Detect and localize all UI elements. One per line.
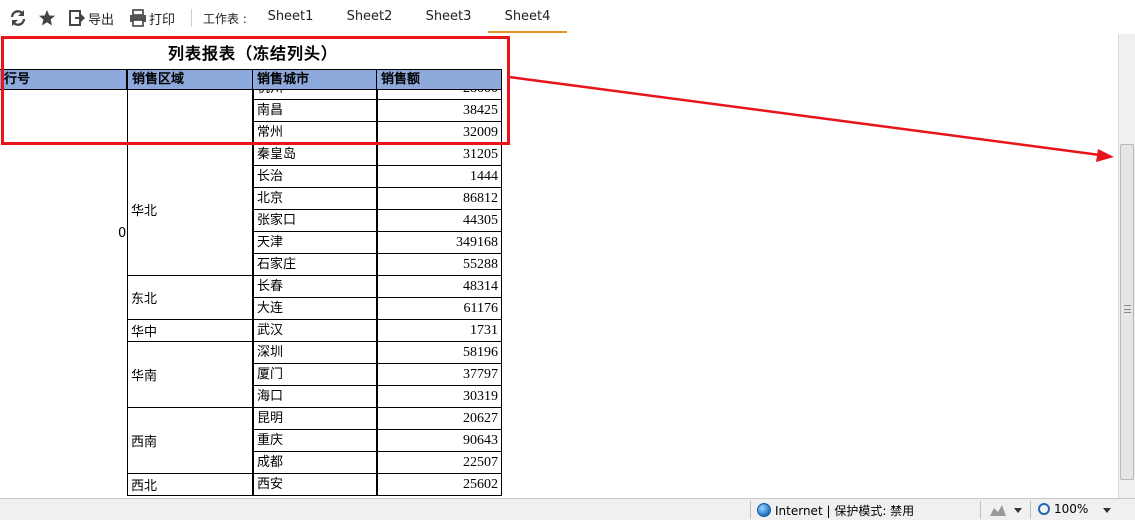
amount-cell: 58196 [377, 342, 502, 364]
compatibility-icon[interactable] [988, 502, 1008, 518]
grip-icon [1124, 305, 1131, 313]
amount-cell: 44305 [377, 210, 502, 232]
report-sheet: 杭州28000南昌38425常州32009秦皇岛31205长治1444北京868… [0, 34, 1118, 497]
amount-cell: 30319 [377, 386, 502, 408]
city-cell: 昆明 [253, 408, 377, 430]
amount-cell: 55288 [377, 254, 502, 276]
city-cell: 大连 [253, 298, 377, 320]
region-cell: 西南 [127, 408, 253, 474]
city-cell: 厦门 [253, 364, 377, 386]
refresh-button[interactable] [9, 7, 27, 29]
region-cell: 东北 [127, 276, 253, 320]
scrollbar-thumb[interactable] [1120, 144, 1134, 480]
city-cell: 深圳 [253, 342, 377, 364]
tab-sheet2[interactable]: Sheet2 [330, 3, 409, 33]
region-cell: 华中 [127, 320, 253, 342]
city-cell: 石家庄 [253, 254, 377, 276]
amount-cell: 61176 [377, 298, 502, 320]
city-cell: 成都 [253, 452, 377, 474]
status-divider [750, 501, 751, 519]
security-zone-text: Internet | 保护模式: 禁用 [775, 504, 915, 518]
header-row-number: 行号 [0, 69, 127, 90]
amount-cell: 20627 [377, 408, 502, 430]
worksheet-label: 工作表 : [203, 12, 247, 26]
amount-cell: 349168 [377, 232, 502, 254]
city-cell: 秦皇岛 [253, 144, 377, 166]
vertical-scrollbar[interactable] [1118, 34, 1135, 498]
city-cell: 天津 [253, 232, 377, 254]
toolbar-divider [191, 9, 192, 27]
chevron-down-icon[interactable] [1014, 508, 1022, 513]
amount-cell: 1444 [377, 166, 502, 188]
city-cell: 西安 [253, 474, 377, 496]
status-divider [980, 501, 981, 519]
city-cell: 北京 [253, 188, 377, 210]
city-cell: 海口 [253, 386, 377, 408]
amount-cell: 37797 [377, 364, 502, 386]
header-sales-amount: 销售额 [377, 69, 502, 90]
header-sales-region: 销售区域 [127, 69, 253, 90]
favorite-button[interactable] [38, 7, 56, 29]
print-label: 打印 [149, 12, 176, 28]
header-sales-city: 销售城市 [253, 69, 377, 90]
amount-cell: 86812 [377, 188, 502, 210]
region-cell: 西北 [127, 474, 253, 496]
zoom-level[interactable]: 100% [1054, 502, 1088, 516]
city-cell: 长治 [253, 166, 377, 188]
export-icon [69, 10, 85, 26]
city-cell: 南昌 [253, 100, 377, 122]
amount-cell: 25602 [377, 474, 502, 496]
amount-cell: 90643 [377, 430, 502, 452]
city-cell: 长春 [253, 276, 377, 298]
city-cell: 张家口 [253, 210, 377, 232]
export-button[interactable]: 导出 [68, 7, 114, 29]
amount-cell: 32009 [377, 122, 502, 144]
city-cell: 常州 [253, 122, 377, 144]
region-cell: 华南 [127, 342, 253, 408]
chevron-down-icon[interactable] [1103, 508, 1111, 513]
status-bar: Internet | 保护模式: 禁用 100% [0, 498, 1135, 520]
toolbar: 导出 打印 工作表 : Sheet1 Sheet2 Sheet3 Sheet4 [0, 0, 1135, 34]
star-icon [39, 10, 55, 26]
amount-cell: 48314 [377, 276, 502, 298]
tab-sheet3[interactable]: Sheet3 [409, 3, 488, 33]
refresh-icon [10, 10, 26, 26]
print-button[interactable]: 打印 [129, 7, 175, 29]
region-cell: 华北 [127, 144, 253, 276]
status-divider [1030, 501, 1031, 519]
amount-cell: 1731 [377, 320, 502, 342]
tab-sheet1[interactable]: Sheet1 [251, 3, 330, 33]
report-title: 列表报表（冻结列头） [167, 44, 338, 63]
header-row: 行号 销售区域 销售城市 销售额 [0, 69, 502, 90]
amount-cell: 22507 [377, 452, 502, 474]
row-number-cell: 0 [118, 226, 127, 241]
printer-icon [130, 9, 146, 27]
city-cell: 重庆 [253, 430, 377, 452]
app-window: 导出 打印 工作表 : Sheet1 Sheet2 Sheet3 Sheet4 … [0, 0, 1135, 520]
city-cell: 武汉 [253, 320, 377, 342]
export-label: 导出 [88, 12, 115, 28]
zoom-icon[interactable] [1038, 503, 1050, 515]
amount-cell: 31205 [377, 144, 502, 166]
globe-icon [757, 503, 771, 517]
tab-sheet4[interactable]: Sheet4 [488, 3, 567, 33]
amount-cell: 38425 [377, 100, 502, 122]
